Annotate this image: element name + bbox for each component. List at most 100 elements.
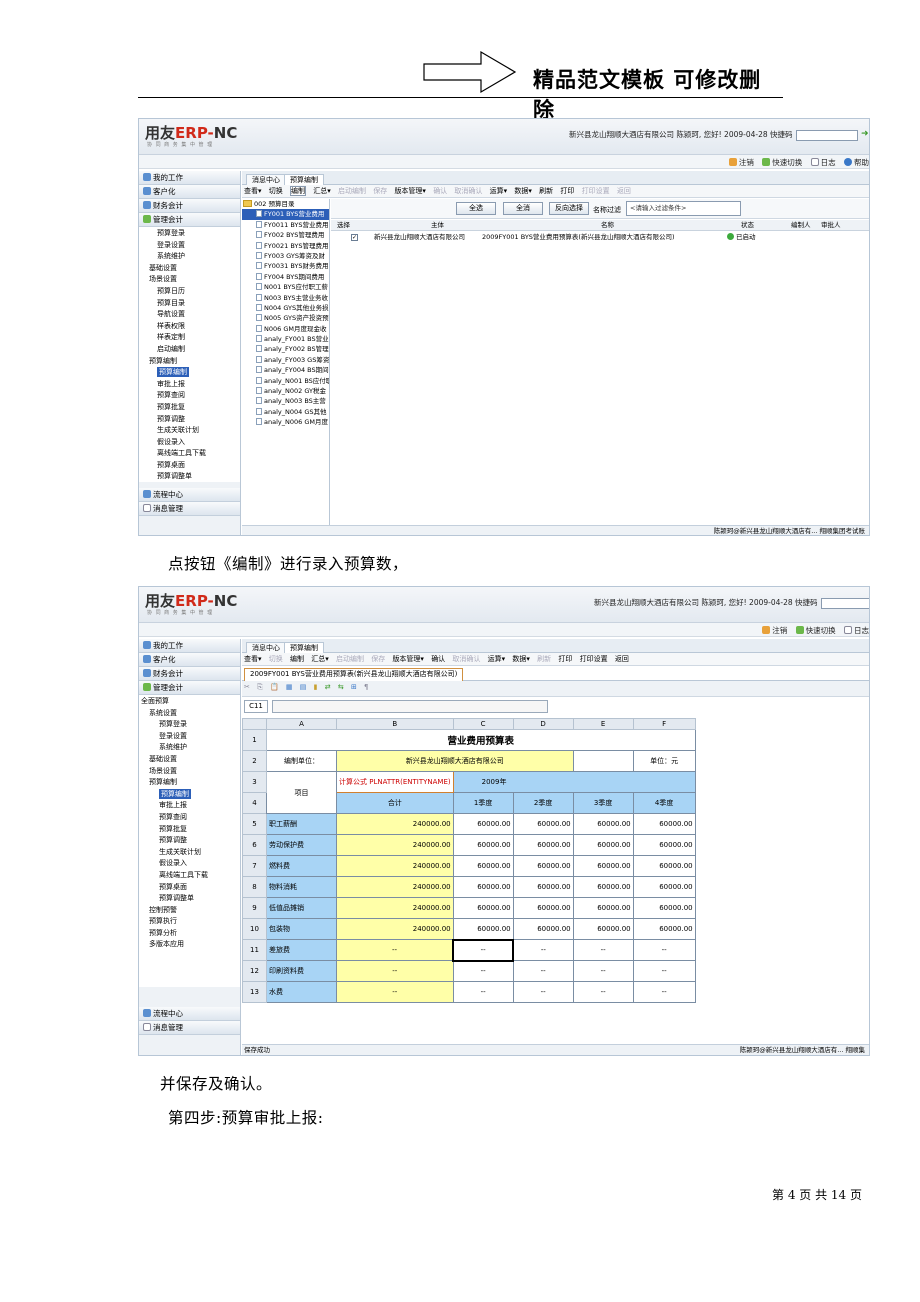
value-cell[interactable]: 60000.00 [572,876,634,898]
directory-root[interactable]: 002 预算目录 [242,199,329,209]
item-cell[interactable]: 物料消耗 [266,876,337,898]
name-filter-input[interactable]: <请输入过滤条件> [626,201,741,216]
directory-item[interactable]: analy_FY004 BS期间 [242,365,329,375]
sheet-title[interactable]: 营业费用预算表 [266,729,696,751]
compile-button[interactable]: 编制 [289,186,306,196]
tree-item[interactable]: 登录设置 [141,731,240,743]
tree-item[interactable]: 预算查阅 [141,390,240,402]
item-cell[interactable]: 水费 [266,981,337,1003]
tab-message-center[interactable]: 消息中心 [246,642,286,653]
tree-item[interactable]: 生成关联计划 [141,425,240,437]
period-header[interactable]: 4季度 [632,792,696,814]
start-compile-button[interactable]: 启动编制 [338,187,366,195]
tree-item[interactable]: 预算调整 [141,414,240,426]
total-cell[interactable]: 240000.00 [336,897,454,919]
directory-item[interactable]: FY002 BYS管理费用 [242,230,329,240]
value-cell[interactable]: -- [452,960,514,982]
directory-item[interactable]: N001 BYS应付职工薪 [242,282,329,292]
nav-process-center[interactable]: 流程中心 [139,488,240,502]
value-cell[interactable]: -- [632,981,696,1003]
value-cell[interactable]: -- [512,981,574,1003]
value-cell[interactable]: -- [572,960,634,982]
item-cell[interactable]: 差旅费 [266,939,337,961]
tree-item[interactable]: 场景设置 [141,274,240,286]
view-menu[interactable]: 查看▾ [244,187,262,195]
cancel-confirm-button[interactable]: 取消确认 [452,655,480,663]
version-menu[interactable]: 版本管理▾ [394,187,426,195]
value-cell[interactable]: 60000.00 [512,918,574,940]
logout-link[interactable]: 注销 [728,158,754,167]
nav-message-management[interactable]: 消息管理 [139,502,240,516]
print-icon[interactable]: ▤ [300,683,307,691]
tree-item[interactable]: 审批上报 [141,379,240,391]
save-button[interactable]: 保存 [373,187,387,195]
item-header[interactable]: 项目 [266,771,337,814]
tab-budget-compile[interactable]: 预算编制 [284,174,324,185]
log-link[interactable]: 日志 [844,626,869,635]
tree-item[interactable]: 系统维护 [141,742,240,754]
directory-item[interactable]: FY0021 BYS管理费用 [242,241,329,251]
tree-item[interactable]: 启动编制 [141,344,240,356]
tree-item[interactable]: 预算调整 [141,835,240,847]
tree-item[interactable]: 预算查阅 [141,812,240,824]
col-header[interactable]: D [512,718,574,730]
tree-item[interactable]: 预算日历 [141,286,240,298]
col-header[interactable]: C [452,718,514,730]
value-cell[interactable]: 60000.00 [572,918,634,940]
tree-item[interactable]: 预算登录 [141,719,240,731]
period-header[interactable]: 3季度 [572,792,634,814]
tree-item[interactable]: 全面预算 [141,696,240,708]
nav-my-work[interactable]: 我的工作 [139,639,240,653]
item-cell[interactable]: 燃料费 [266,855,337,877]
print-button[interactable]: 打印 [560,187,574,195]
directory-item[interactable]: FY004 BYS期间费用 [242,272,329,282]
year-header[interactable]: 2009年 [452,771,696,793]
col-header[interactable]: A [266,718,337,730]
inverse-select-button[interactable]: 反向选择 [549,202,589,215]
tree-item[interactable]: 预算桌面 [141,882,240,894]
formula-bar[interactable] [272,700,548,713]
directory-item-selected[interactable]: FY001 BYS营业费用 [242,209,329,220]
save-button[interactable]: 保存 [371,655,385,663]
tree-item[interactable]: 预算批复 [141,402,240,414]
tree-item[interactable]: 样表定制 [141,332,240,344]
confirm-button[interactable]: 确认 [431,655,445,663]
value-cell[interactable]: -- [632,939,696,961]
value-cell[interactable]: 60000.00 [632,813,696,835]
tree-item[interactable]: 预算调整单 [141,471,240,482]
return-button[interactable]: 返回 [617,187,631,195]
tree-item[interactable]: 登录设置 [141,240,240,252]
selected-cell[interactable]: -- [452,938,515,962]
directory-item[interactable]: N006 GM月度现金收 [242,324,329,334]
go-arrow-icon[interactable]: ➜ [861,129,869,139]
value-cell[interactable]: -- [512,960,574,982]
clear-all-button[interactable]: 全消 [503,202,543,215]
item-cell[interactable]: 职工薪酬 [266,813,337,835]
value-cell[interactable]: 60000.00 [572,813,634,835]
tree-item[interactable]: 假设录入 [141,858,240,870]
tree-item[interactable]: 预算批复 [141,824,240,836]
value-cell[interactable]: 60000.00 [512,897,574,919]
summary-menu[interactable]: 汇总▾ [311,655,329,663]
period-header[interactable]: 合计 [336,792,454,814]
print-settings-button[interactable]: 打印设置 [580,655,608,663]
currency-label[interactable]: 单位：元 [632,750,696,772]
total-cell[interactable]: -- [336,939,454,961]
total-cell[interactable]: 240000.00 [336,855,454,877]
tree-item[interactable]: 控制预警 [141,905,240,917]
link-icon[interactable]: ⇄ [325,683,331,691]
value-cell[interactable]: 60000.00 [512,876,574,898]
tree-item[interactable]: 多版本应用 [141,939,240,951]
tree-item[interactable]: 预算分析 [141,928,240,940]
tree-item[interactable]: 生成关联计划 [141,847,240,859]
tree-item[interactable]: 预算目录 [141,298,240,310]
nav-process-center[interactable]: 流程中心 [139,1007,240,1021]
directory-item[interactable]: FY003 GYS筹资及财 [242,251,329,261]
directory-item[interactable]: analy_N004 GS其他 [242,407,329,417]
nav-customization[interactable]: 客户化 [139,653,240,667]
directory-item[interactable]: N003 BYS主营业务收 [242,293,329,303]
confirm-button[interactable]: 确认 [433,187,447,195]
value-cell[interactable]: 60000.00 [452,834,514,856]
total-cell[interactable]: 240000.00 [336,813,454,835]
quick-switch-link[interactable]: 快速切换 [795,626,836,635]
